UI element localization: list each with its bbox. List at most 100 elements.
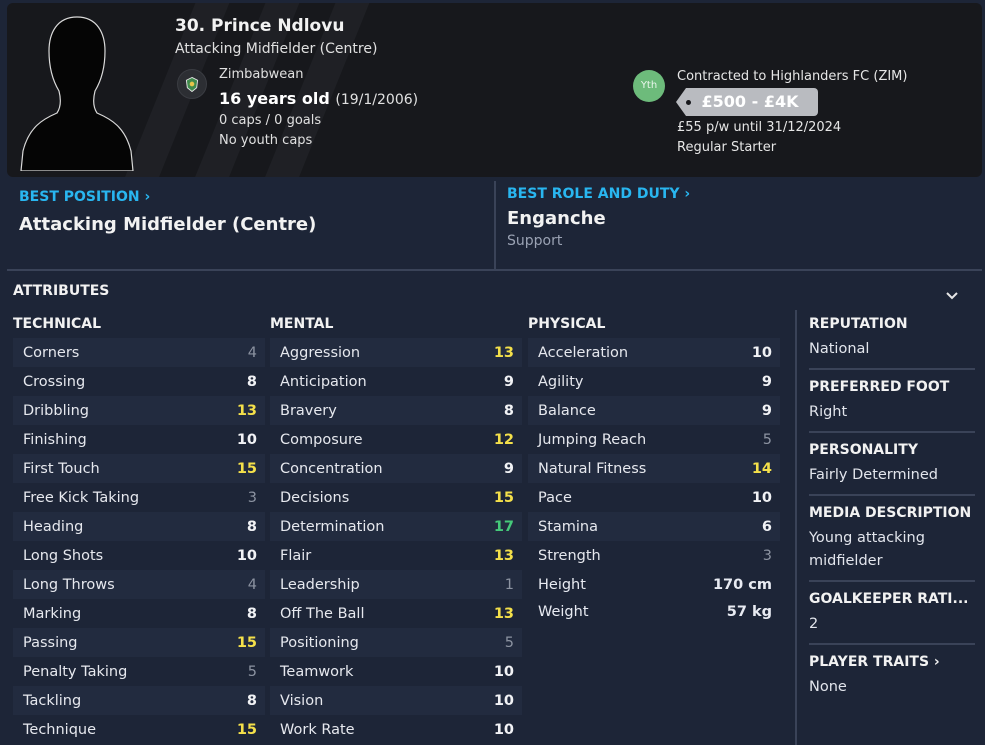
attribute-label: Anticipation	[280, 373, 367, 390]
attribute-value: 13	[493, 605, 514, 622]
info-side-panel: REPUTATION National PREFERRED FOOT Right…	[795, 310, 982, 745]
attribute-row[interactable]: Stamina 6	[528, 512, 780, 541]
attribute-row[interactable]: Technique 15	[13, 715, 265, 744]
attribute-label: Natural Fitness	[538, 460, 647, 477]
attribute-row[interactable]: Crossing 8	[13, 367, 265, 396]
player-youth-caps: No youth caps	[219, 133, 313, 148]
weight-label: Weight	[538, 604, 589, 620]
attribute-label: Long Throws	[23, 576, 115, 593]
attribute-row[interactable]: Positioning 5	[270, 628, 522, 657]
attribute-label: Free Kick Taking	[23, 489, 140, 506]
attribute-value: 13	[493, 344, 514, 361]
attribute-row[interactable]: Marking 8	[13, 599, 265, 628]
attribute-value: 3	[247, 489, 257, 506]
attribute-label: Balance	[538, 402, 596, 419]
attribute-label: Work Rate	[280, 721, 355, 738]
attribute-row[interactable]: Off The Ball 13	[270, 599, 522, 628]
contract-wage: £55 p/w until 31/12/2024	[677, 120, 842, 135]
side-divider	[809, 580, 975, 582]
best-position-title[interactable]: BEST POSITION ›	[19, 189, 150, 205]
attribute-row[interactable]: Long Shots 10	[13, 541, 265, 570]
attribute-row[interactable]: Vision 10	[270, 686, 522, 715]
best-role-panel[interactable]: BEST ROLE AND DUTY › Enganche Support	[494, 181, 982, 269]
side-divider	[809, 368, 975, 370]
attribute-row[interactable]: Teamwork 10	[270, 657, 522, 686]
attribute-value: 15	[493, 489, 514, 506]
attribute-value: 8	[246, 373, 257, 390]
attribute-row[interactable]: Composure 12	[270, 425, 522, 454]
attribute-label: Crossing	[23, 373, 86, 390]
attribute-value: 5	[247, 663, 257, 680]
attribute-row[interactable]: Finishing 10	[13, 425, 265, 454]
attribute-row[interactable]: Balance 9	[528, 396, 780, 425]
transfer-value-tag[interactable]: £500 - £4K	[676, 88, 818, 116]
attribute-row[interactable]: Natural Fitness 14	[528, 454, 780, 483]
attribute-value: 8	[503, 402, 514, 419]
chevron-down-icon[interactable]	[944, 290, 960, 302]
attribute-label: Jumping Reach	[538, 431, 647, 448]
chevron-right-icon: ›	[933, 654, 940, 670]
attribute-row[interactable]: Strength 3	[528, 541, 780, 570]
personality-value: Fairly Determined	[809, 467, 938, 483]
best-position-panel[interactable]: BEST POSITION › Attacking Midfielder (Ce…	[7, 181, 493, 269]
attribute-row[interactable]: Bravery 8	[270, 396, 522, 425]
player-age-text: 16 years old	[219, 89, 330, 108]
attribute-label: Off The Ball	[280, 605, 365, 622]
attribute-row[interactable]: Concentration 9	[270, 454, 522, 483]
attribute-row[interactable]: Leadership 1	[270, 570, 522, 599]
attribute-row[interactable]: Agility 9	[528, 367, 780, 396]
attribute-row[interactable]: Determination 17	[270, 512, 522, 541]
attribute-value: 12	[493, 431, 514, 448]
attribute-value: 10	[236, 431, 257, 448]
attributes-heading: ATTRIBUTES	[13, 283, 110, 299]
attribute-label: Aggression	[280, 344, 361, 361]
attribute-row[interactable]: Decisions 15	[270, 483, 522, 512]
nation-crest-icon[interactable]	[177, 69, 207, 99]
physical-attribute-list: Acceleration 10 Agility 9 Balance 9 Jumping Re…	[528, 338, 780, 570]
attribute-value: 10	[236, 547, 257, 564]
weight-row: Weight 57 kg	[528, 604, 780, 620]
attribute-row[interactable]: Acceleration 10	[528, 338, 780, 367]
section-divider	[7, 269, 982, 271]
attribute-row[interactable]: First Touch 15	[13, 454, 265, 483]
attribute-row[interactable]: Corners 4	[13, 338, 265, 367]
attribute-value: 4	[247, 576, 257, 593]
attribute-row[interactable]: Tackling 8	[13, 686, 265, 715]
attribute-label: Marking	[23, 605, 82, 622]
preferred-foot-value: Right	[809, 404, 848, 420]
attribute-label: Vision	[280, 692, 324, 709]
attribute-value: 17	[493, 518, 514, 535]
attribute-value: 6	[761, 518, 772, 535]
height-row: Height 170 cm	[528, 577, 780, 593]
attribute-row[interactable]: Work Rate 10	[270, 715, 522, 744]
attribute-row[interactable]: Jumping Reach 5	[528, 425, 780, 454]
attribute-row[interactable]: Heading 8	[13, 512, 265, 541]
attribute-row[interactable]: Pace 10	[528, 483, 780, 512]
player-traits-value: None	[809, 679, 847, 695]
player-traits-title[interactable]: PLAYER TRAITS ›	[809, 654, 975, 670]
player-age: 16 years old (19/1/2006)	[219, 89, 418, 108]
contract-club[interactable]: Contracted to Highlanders FC (ZIM)	[677, 69, 907, 84]
weight-value: 57 kg	[726, 604, 772, 620]
attribute-value: 15	[236, 721, 257, 738]
height-value: 170 cm	[712, 577, 772, 593]
attribute-value: 1	[504, 576, 514, 593]
attribute-row[interactable]: Dribbling 13	[13, 396, 265, 425]
player-header: 30. Prince Ndlovu Attacking Midfielder (…	[7, 3, 982, 177]
player-nationality[interactable]: Zimbabwean	[219, 67, 304, 82]
attribute-label: Agility	[538, 373, 584, 390]
attribute-label: Determination	[280, 518, 385, 535]
attribute-row[interactable]: Aggression 13	[270, 338, 522, 367]
attribute-row[interactable]: Passing 15	[13, 628, 265, 657]
attribute-label: Leadership	[280, 576, 360, 593]
attribute-label: Acceleration	[538, 344, 629, 361]
attribute-value: 4	[247, 344, 257, 361]
attribute-row[interactable]: Free Kick Taking 3	[13, 483, 265, 512]
attribute-row[interactable]: Long Throws 4	[13, 570, 265, 599]
attribute-row[interactable]: Flair 13	[270, 541, 522, 570]
player-traits-block[interactable]: PLAYER TRAITS › None	[809, 654, 975, 699]
best-role-title[interactable]: BEST ROLE AND DUTY ›	[507, 186, 690, 202]
attribute-row[interactable]: Penalty Taking 5	[13, 657, 265, 686]
attribute-row[interactable]: Anticipation 9	[270, 367, 522, 396]
best-role-value: Enganche	[507, 208, 606, 229]
